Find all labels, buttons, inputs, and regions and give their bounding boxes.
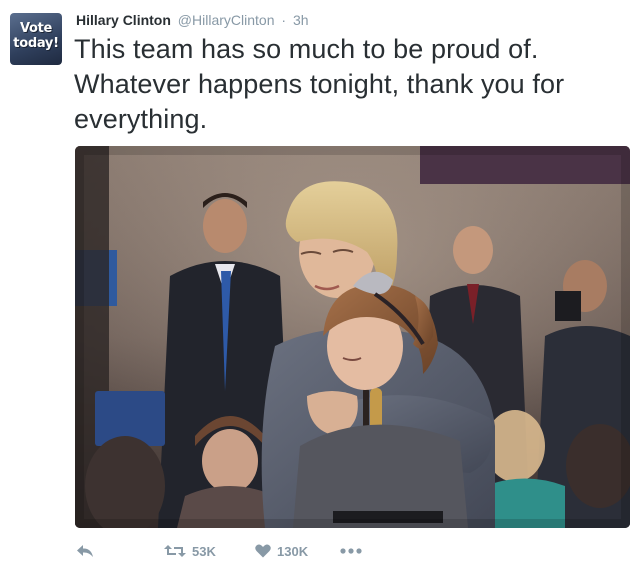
- tweet-actions: 53K 130K: [74, 540, 634, 562]
- more-icon: [340, 548, 362, 554]
- retweet-button[interactable]: 53K: [164, 540, 216, 562]
- reply-icon: [76, 544, 94, 558]
- tweet-photo[interactable]: [75, 146, 630, 528]
- tweet-timestamp[interactable]: 3h: [293, 12, 309, 28]
- tweet-text-line-2: Whatever happens tonight, thank you for: [74, 69, 565, 99]
- avatar-text-line-2: today!: [13, 36, 59, 51]
- retweet-count: 53K: [192, 543, 216, 559]
- author-name[interactable]: Hillary Clinton: [76, 12, 171, 28]
- photo-illustration: [75, 146, 630, 528]
- avatar-text: Vote today!: [10, 21, 62, 51]
- author-handle[interactable]: @HillaryClinton: [178, 12, 275, 28]
- heart-icon: [255, 544, 271, 558]
- tweet-text-line-3: everything.: [74, 104, 208, 134]
- retweet-icon: [164, 544, 186, 558]
- avatar[interactable]: Vote today!: [10, 13, 62, 65]
- reply-button[interactable]: [76, 540, 94, 562]
- tweet-text: This team has so much to be proud of. Wh…: [74, 32, 624, 137]
- like-count: 130K: [277, 543, 309, 559]
- separator-dot: ·: [281, 12, 287, 28]
- tweet: Vote today! Hillary Clinton @HillaryClin…: [0, 0, 639, 572]
- tweet-header: Hillary Clinton @HillaryClinton · 3h: [76, 11, 309, 29]
- tweet-text-line-1: This team has so much to be proud of.: [74, 34, 539, 64]
- avatar-text-line-1: Vote: [19, 21, 53, 36]
- like-button[interactable]: 130K: [255, 540, 308, 562]
- more-button[interactable]: [340, 540, 362, 562]
